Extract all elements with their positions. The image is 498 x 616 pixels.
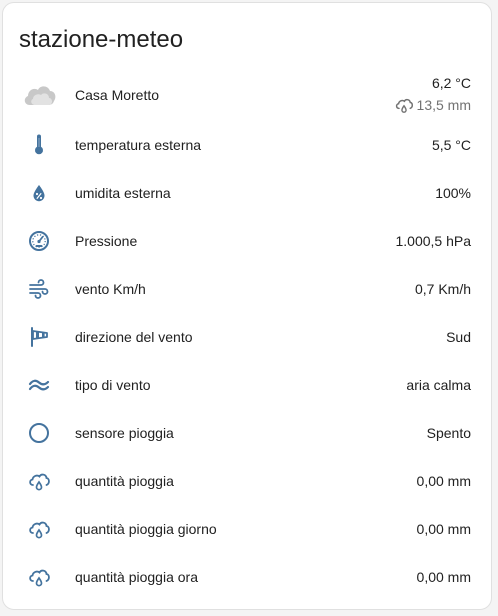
- entity-label: Pressione: [75, 233, 138, 249]
- wind-icon: [21, 271, 57, 307]
- entity-value: Sud: [446, 329, 471, 345]
- entity-label: temperatura esterna: [75, 137, 202, 153]
- entity-label: sensore pioggia: [75, 425, 174, 441]
- weather-name: Casa Moretto: [75, 87, 160, 103]
- entity-row-quantita-pioggia-giorno[interactable]: quantità pioggia giorno 0,00 mm: [3, 505, 491, 553]
- entity-label: umidita esterna: [75, 185, 171, 201]
- precipitation-value: 13,5 mm: [416, 97, 471, 113]
- entity-label: tipo di vento: [75, 377, 151, 393]
- entity-row-temperatura-esterna[interactable]: temperatura esterna 5,5 °C: [3, 121, 491, 169]
- weather-values: 6,2 °C 13,5 mm: [393, 74, 471, 115]
- entity-value: Spento: [426, 425, 471, 441]
- card-title: stazione-meteo: [19, 26, 184, 53]
- entity-label: quantità pioggia: [75, 473, 174, 489]
- entities-card: stazione-meteo Casa Moretto 6,2 °C 13,5 …: [2, 2, 492, 610]
- entity-row-umidita-esterna[interactable]: umidita esterna 100%: [3, 169, 491, 217]
- entity-value: 100%: [435, 185, 471, 201]
- entity-row-direzione-vento[interactable]: direzione del vento Sud: [3, 313, 491, 361]
- entity-row-tipo-vento[interactable]: tipo di vento aria calma: [3, 361, 491, 409]
- entity-label: vento Km/h: [75, 281, 146, 297]
- entity-value: 5,5 °C: [431, 137, 471, 153]
- entity-row-pressione[interactable]: Pressione 1.000,5 hPa: [3, 217, 491, 265]
- entity-row-quantita-pioggia[interactable]: quantità pioggia 0,00 mm: [3, 457, 491, 505]
- entity-label: direzione del vento: [75, 329, 193, 345]
- weather-precipitation: 13,5 mm: [393, 95, 471, 115]
- entity-value: 0,00 mm: [416, 521, 471, 537]
- cloudy-icon: [21, 77, 57, 113]
- windsock-icon: [21, 319, 57, 355]
- entity-row-quantita-pioggia-ora[interactable]: quantità pioggia ora 0,00 mm: [3, 553, 491, 601]
- weather-row[interactable]: Casa Moretto 6,2 °C 13,5 mm: [3, 69, 491, 121]
- waves-icon: [21, 367, 57, 403]
- cloud-rain-icon: [21, 559, 57, 595]
- thermometer-icon: [21, 127, 57, 163]
- entity-row-vento[interactable]: vento Km/h 0,7 Km/h: [3, 265, 491, 313]
- entity-label: quantità pioggia ora: [75, 569, 198, 585]
- weather-temperature: 6,2 °C: [431, 75, 471, 91]
- cloud-rain-icon: [21, 511, 57, 547]
- entity-rows: Casa Moretto 6,2 °C 13,5 mm temperatura …: [3, 69, 491, 601]
- entity-value: 1.000,5 hPa: [395, 233, 471, 249]
- entity-row-sensore-pioggia[interactable]: sensore pioggia Spento: [3, 409, 491, 457]
- cloud-rain-icon: [21, 463, 57, 499]
- water-percent-icon: [21, 175, 57, 211]
- entity-label: quantità pioggia giorno: [75, 521, 217, 537]
- entity-value: 0,00 mm: [416, 473, 471, 489]
- circle-outline-icon: [21, 415, 57, 451]
- entity-value: aria calma: [406, 377, 471, 393]
- cloud-rain-icon: [393, 95, 415, 115]
- entity-value: 0,00 mm: [416, 569, 471, 585]
- gauge-icon: [21, 223, 57, 259]
- entity-value: 0,7 Km/h: [414, 281, 471, 297]
